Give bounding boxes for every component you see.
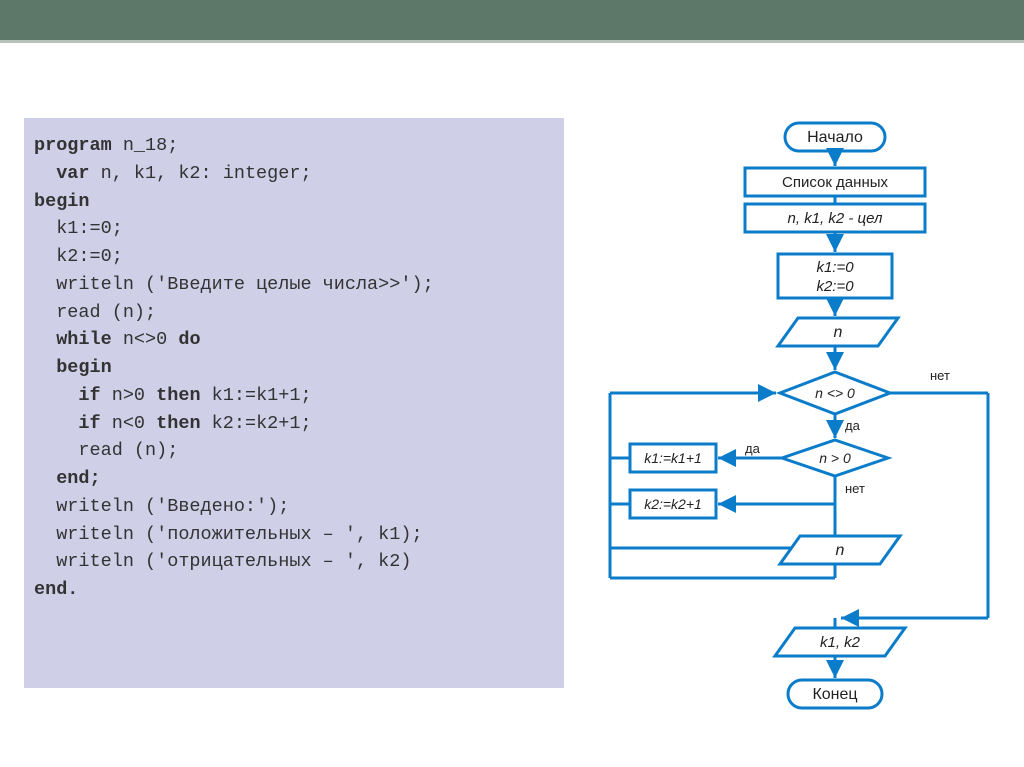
code-kw: begin bbox=[34, 357, 112, 378]
code-kw: then bbox=[156, 413, 200, 434]
code-text: writeln ('отрицательных – ', k2) bbox=[34, 551, 411, 572]
code-kw: program bbox=[34, 135, 112, 156]
flow-no-1: нет bbox=[930, 368, 950, 383]
code-kw: then bbox=[156, 385, 200, 406]
code-text: k2:=k2+1; bbox=[201, 413, 312, 434]
code-text: n_18; bbox=[112, 135, 179, 156]
flow-init1: k1:=0 bbox=[816, 259, 854, 276]
code-text: writeln ('положительных – ', k1); bbox=[34, 524, 423, 545]
code-kw: if bbox=[34, 413, 101, 434]
code-kw: while bbox=[34, 329, 112, 350]
flow-read-n2: n bbox=[836, 542, 845, 559]
code-text: read (n); bbox=[34, 302, 156, 323]
flow-no-2: нет bbox=[845, 481, 865, 496]
flow-init2: k2:=0 bbox=[816, 278, 854, 295]
flow-end: Конец bbox=[812, 686, 857, 703]
flow-start: Начало bbox=[807, 129, 863, 146]
code-kw: var bbox=[34, 163, 90, 184]
code-kw: if bbox=[34, 385, 101, 406]
code-text: n, k1, k2: integer; bbox=[90, 163, 312, 184]
header-line bbox=[0, 40, 1024, 43]
flow-cond1: n <> 0 bbox=[815, 385, 855, 401]
code-kw: end; bbox=[34, 468, 101, 489]
code-kw: begin bbox=[34, 191, 90, 212]
code-text: k2:=0; bbox=[34, 246, 123, 267]
flow-yes-1: да bbox=[845, 418, 861, 433]
code-text: k1:=0; bbox=[34, 218, 123, 239]
code-text: writeln ('Введено:'); bbox=[34, 496, 289, 517]
code-text: n>0 bbox=[101, 385, 157, 406]
code-block: program n_18; var n, k1, k2: integer; be… bbox=[24, 118, 564, 688]
code-kw: end. bbox=[34, 579, 78, 600]
code-text: n<0 bbox=[101, 413, 157, 434]
flowchart: Начало Список данных n, k1, k2 - цел k1:… bbox=[590, 118, 1010, 758]
flow-read-n1: n bbox=[834, 324, 843, 341]
flow-inc-k2: k2:=k2+1 bbox=[644, 496, 702, 512]
code-kw: do bbox=[178, 329, 200, 350]
code-text: read (n); bbox=[34, 440, 178, 461]
code-text: writeln ('Введите целые числа>>'); bbox=[34, 274, 434, 295]
flow-inc-k1: k1:=k1+1 bbox=[644, 450, 702, 466]
flow-yes-2: да bbox=[745, 441, 761, 456]
code-text: k1:=k1+1; bbox=[201, 385, 312, 406]
code-text: n<>0 bbox=[112, 329, 179, 350]
flow-datalist: Список данных bbox=[782, 174, 889, 191]
header-bar bbox=[0, 0, 1024, 40]
flow-vars: n, k1, k2 - цел bbox=[788, 210, 883, 227]
flow-cond2: n > 0 bbox=[819, 450, 851, 466]
flow-out: k1, k2 bbox=[820, 634, 861, 651]
